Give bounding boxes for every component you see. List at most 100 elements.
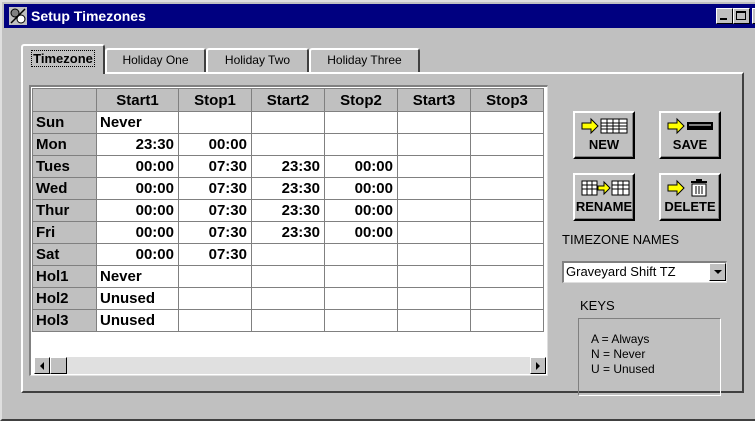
grid-cell[interactable]: 23:30 — [251, 221, 325, 244]
grid-cell[interactable] — [324, 243, 398, 266]
grid-cell[interactable] — [470, 177, 544, 200]
grid-cell[interactable]: 00:00 — [96, 177, 179, 200]
grid-cell[interactable] — [251, 243, 325, 266]
grid-cell[interactable] — [178, 287, 252, 310]
grid-cell[interactable] — [397, 177, 471, 200]
row-header[interactable]: Hol1 — [32, 265, 97, 288]
grid-cell[interactable] — [470, 243, 544, 266]
grid-cell[interactable] — [251, 133, 325, 156]
grid-cell[interactable] — [397, 133, 471, 156]
grid-cell[interactable]: Unused — [96, 309, 179, 332]
grid-cell[interactable]: Never — [96, 111, 179, 134]
grid-cell[interactable] — [470, 287, 544, 310]
column-header[interactable]: Start2 — [251, 88, 325, 112]
grid-cell[interactable] — [251, 111, 325, 134]
grid-cell[interactable]: 07:30 — [178, 177, 252, 200]
grid-cell[interactable]: 00:00 — [96, 155, 179, 178]
tab-holiday-one[interactable]: Holiday One — [105, 48, 206, 72]
grid-cell[interactable] — [324, 309, 398, 332]
save-button[interactable]: SAVE — [659, 111, 721, 159]
grid-cell[interactable] — [397, 243, 471, 266]
grid-cell[interactable] — [324, 287, 398, 310]
grid-cell[interactable] — [397, 221, 471, 244]
column-header[interactable]: Start1 — [96, 88, 179, 112]
grid-cell[interactable] — [324, 111, 398, 134]
grid-cell[interactable]: 07:30 — [178, 221, 252, 244]
grid-cell[interactable]: 23:30 — [251, 155, 325, 178]
timezone-grid[interactable]: Start1 Stop1 Start2 Stop2 Start3 Stop3 Sun Neve… — [29, 85, 548, 376]
delete-button[interactable]: DELETE — [659, 173, 721, 221]
title-bar[interactable]: Setup Timezones — [4, 4, 755, 28]
grid-cell[interactable] — [251, 309, 325, 332]
grid-cell[interactable]: 00:00 — [324, 177, 398, 200]
grid-cell[interactable] — [470, 199, 544, 222]
table-row: Fri 00:00 07:30 23:30 00:00 — [32, 221, 544, 244]
grid-cell[interactable] — [397, 287, 471, 310]
maximize-button[interactable] — [733, 8, 750, 24]
grid-cell[interactable] — [470, 155, 544, 178]
grid-cell[interactable] — [251, 265, 325, 288]
row-header[interactable]: Mon — [32, 133, 97, 156]
grid-cell[interactable] — [397, 309, 471, 332]
grid-cell[interactable]: 00:00 — [96, 199, 179, 222]
grid-cell[interactable]: 00:00 — [96, 221, 179, 244]
row-header[interactable]: Wed — [32, 177, 97, 200]
grid-cell[interactable]: 00:00 — [324, 155, 398, 178]
grid-cell[interactable]: Unused — [96, 287, 179, 310]
grid-cell[interactable]: 00:00 — [178, 133, 252, 156]
timezone-names-select[interactable]: Graveyard Shift TZ — [562, 261, 727, 283]
grid-cell[interactable] — [470, 221, 544, 244]
grid-cell[interactable] — [251, 287, 325, 310]
schedule-table: Start1 Stop1 Start2 Stop2 Start3 Stop3 Sun Neve… — [32, 88, 544, 332]
tab-timezone[interactable]: Timezone — [21, 44, 105, 74]
grid-cell[interactable] — [178, 265, 252, 288]
scroll-left-button[interactable] — [34, 357, 50, 374]
grid-cell[interactable]: 00:00 — [324, 199, 398, 222]
grid-cell[interactable] — [397, 155, 471, 178]
row-header[interactable]: Hol3 — [32, 309, 97, 332]
tab-holiday-three[interactable]: Holiday Three — [309, 48, 420, 72]
new-button[interactable]: NEW — [573, 111, 635, 159]
grid-cell[interactable]: 07:30 — [178, 155, 252, 178]
grid-cell[interactable] — [397, 111, 471, 134]
grid-cell[interactable]: 23:30 — [251, 177, 325, 200]
grid-corner[interactable] — [32, 88, 97, 112]
grid-cell[interactable]: 07:30 — [178, 199, 252, 222]
grid-cell[interactable] — [178, 309, 252, 332]
scroll-thumb[interactable] — [50, 357, 67, 374]
row-header[interactable]: Thur — [32, 199, 97, 222]
tab-holiday-two[interactable]: Holiday Two — [206, 48, 309, 72]
grid-cell[interactable] — [324, 133, 398, 156]
minimize-icon — [720, 18, 727, 20]
column-header[interactable]: Stop1 — [178, 88, 252, 112]
table-row: Hol1 Never — [32, 265, 544, 288]
row-header[interactable]: Tues — [32, 155, 97, 178]
scroll-right-button[interactable] — [530, 357, 546, 374]
row-header[interactable]: Fri — [32, 221, 97, 244]
column-header[interactable]: Stop2 — [324, 88, 398, 112]
grid-cell[interactable]: 00:00 — [96, 243, 179, 266]
horizontal-scrollbar[interactable] — [34, 357, 546, 374]
grid-cell[interactable] — [397, 265, 471, 288]
rename-icon — [581, 180, 630, 196]
rename-button[interactable]: RENAME — [573, 173, 635, 221]
row-header[interactable]: Sun — [32, 111, 97, 134]
grid-cell[interactable]: 23:30 — [251, 199, 325, 222]
grid-cell[interactable]: 00:00 — [324, 221, 398, 244]
grid-cell[interactable] — [470, 309, 544, 332]
grid-cell[interactable] — [397, 199, 471, 222]
grid-cell[interactable] — [178, 111, 252, 134]
minimize-button[interactable] — [716, 8, 733, 24]
column-header[interactable]: Stop3 — [470, 88, 544, 112]
grid-cell[interactable] — [470, 265, 544, 288]
grid-cell[interactable]: 07:30 — [178, 243, 252, 266]
grid-cell[interactable] — [470, 111, 544, 134]
row-header[interactable]: Sat — [32, 243, 97, 266]
grid-cell[interactable]: 23:30 — [96, 133, 179, 156]
dropdown-button[interactable] — [709, 263, 726, 281]
grid-cell[interactable]: Never — [96, 265, 179, 288]
column-header[interactable]: Start3 — [397, 88, 471, 112]
row-header[interactable]: Hol2 — [32, 287, 97, 310]
grid-cell[interactable] — [324, 265, 398, 288]
grid-cell[interactable] — [470, 133, 544, 156]
